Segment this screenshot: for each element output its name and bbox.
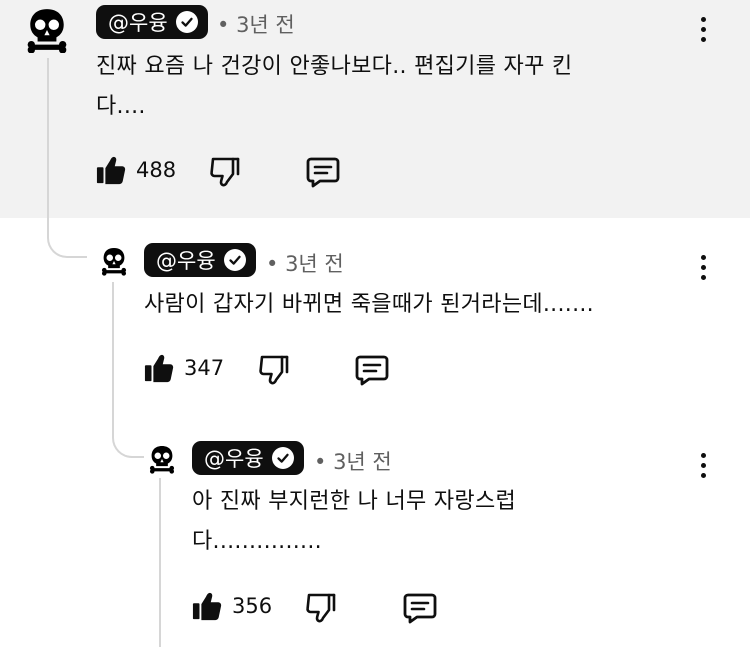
comment-text-line: 다............... [192, 529, 322, 554]
time-text: 3년 전 [236, 13, 295, 37]
comment-text-line: 아 진짜 부지런한 나 너무 자랑스럽 [192, 489, 517, 514]
checkmark-badge-icon [223, 249, 246, 271]
comment-text: 아 진짜 부지런한 나 너무 자랑스럽 다............... [192, 482, 516, 562]
skull-avatar-icon[interactable] [26, 7, 68, 53]
like-count: 488 [136, 158, 177, 182]
like-count: 347 [184, 356, 225, 380]
more-vertical-icon[interactable] [697, 453, 709, 483]
thumbs-up-icon[interactable] [192, 591, 222, 621]
more-vertical-icon[interactable] [697, 255, 709, 285]
thumbs-down-icon[interactable] [258, 354, 290, 386]
author-handle-text: @우융 [108, 11, 168, 35]
comment-time: • 3년 전 [266, 252, 344, 276]
author-handle[interactable]: @우융 [96, 5, 208, 39]
comment-text-line: 다.... [96, 94, 146, 119]
thread-connector [47, 218, 87, 258]
skull-avatar-icon[interactable] [149, 444, 175, 474]
author-handle[interactable]: @우융 [144, 243, 256, 277]
thumbs-up-icon[interactable] [144, 353, 174, 383]
author-handle[interactable]: @우융 [192, 441, 304, 475]
skull-avatar-icon[interactable] [101, 246, 127, 276]
reply-comment-icon[interactable] [354, 354, 390, 386]
thumbs-down-icon[interactable] [305, 592, 337, 624]
comment-text: 사람이 갑자기 바뀌면 죽을때가 된거라는데....... [144, 285, 594, 325]
comment-time: • 3년 전 [314, 450, 392, 474]
author-handle-text: @우융 [156, 249, 216, 273]
checkmark-badge-icon [271, 447, 294, 469]
author-handle-text: @우융 [204, 447, 264, 471]
thumbs-down-icon[interactable] [209, 156, 241, 188]
thread-connector [112, 412, 144, 458]
reply-comment-icon[interactable] [305, 156, 341, 188]
checkmark-badge-icon [175, 11, 198, 33]
comment-time: • 3년 전 [217, 13, 295, 37]
reply-comment-icon[interactable] [402, 592, 438, 624]
more-vertical-icon[interactable] [697, 17, 709, 47]
comment-text: 진짜 요즘 나 건강이 안좋나보다.. 편집기를 자꾸 킨 다.... [96, 47, 572, 127]
like-count: 356 [232, 594, 273, 618]
comment-text-line: 진짜 요즘 나 건강이 안좋나보다.. 편집기를 자꾸 킨 [96, 54, 573, 79]
thread-line [47, 58, 49, 218]
thumbs-up-icon[interactable] [96, 155, 126, 185]
comment-text-line: 사람이 갑자기 바뀌면 죽을때가 된거라는데....... [144, 292, 594, 317]
thread-line [112, 282, 114, 412]
thread-line [159, 478, 161, 647]
time-text: 3년 전 [285, 252, 344, 276]
time-text: 3년 전 [333, 450, 392, 474]
